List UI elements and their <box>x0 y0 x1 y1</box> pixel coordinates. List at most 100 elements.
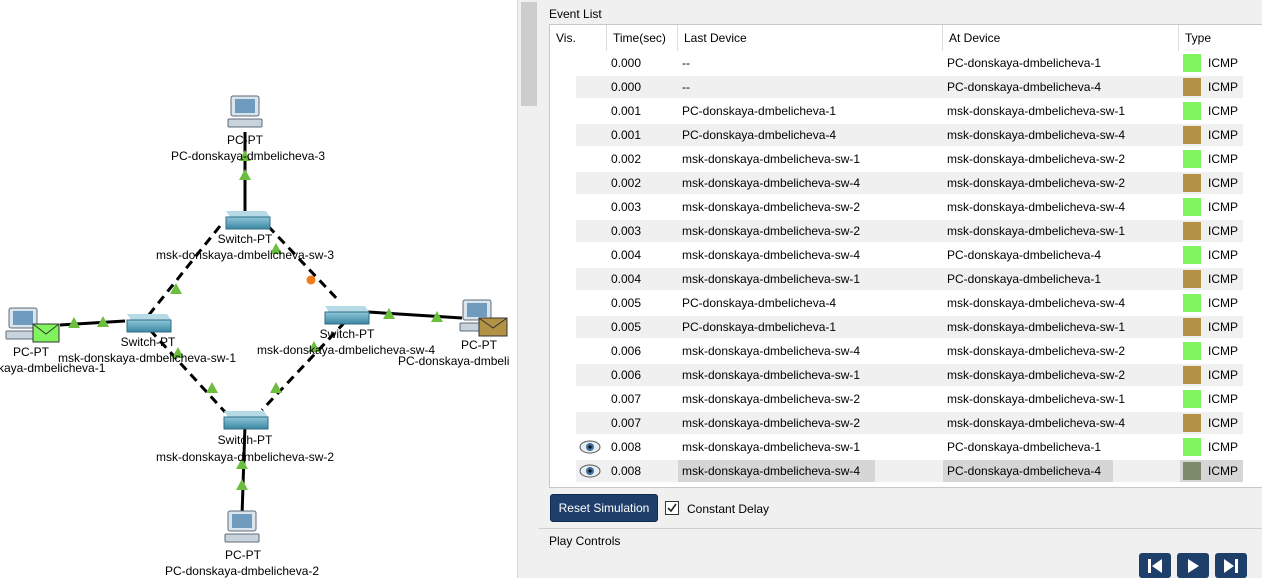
reset-simulation-button[interactable]: Reset Simulation <box>550 494 658 522</box>
event-list-table: Vis. Time(sec) Last Device At Device Typ… <box>549 24 1262 488</box>
event-row[interactable]: 0.001 PC-donskaya-dmbelicheva-1 msk-donska… <box>550 99 1262 123</box>
event-type: ICMP <box>1208 152 1238 166</box>
pdu-color-swatch[interactable] <box>1183 150 1201 168</box>
event-row[interactable]: 0.000 -- PC-donskaya-dmbelicheva-4 ICMP <box>550 75 1262 99</box>
event-last-device: msk-donskaya-dmbelicheva-sw-4 <box>682 176 861 190</box>
event-row[interactable]: 0.002 msk-donskaya-dmbelicheva-sw-1 msk-do… <box>550 147 1262 171</box>
eye-icon[interactable] <box>579 464 601 481</box>
event-row[interactable]: 0.007 msk-donskaya-dmbelicheva-sw-2 msk-do… <box>550 387 1262 411</box>
simulation-panel: Event List Vis. Time(sec) Last Device At… <box>539 0 1262 578</box>
event-list-title: Event List <box>549 7 602 21</box>
play-button[interactable] <box>1177 553 1209 578</box>
event-last-device: msk-donskaya-dmbelicheva-sw-2 <box>682 392 861 406</box>
column-header-vis[interactable]: Vis. <box>550 25 607 51</box>
column-header-at-device[interactable]: At Device <box>943 25 1179 51</box>
pdu-color-swatch[interactable] <box>1183 294 1201 312</box>
pdu-color-swatch[interactable] <box>1183 318 1201 336</box>
event-row[interactable]: 0.003 msk-donskaya-dmbelicheva-sw-2 msk-do… <box>550 195 1262 219</box>
event-row[interactable]: 0.002 msk-donskaya-dmbelicheva-sw-4 msk-do… <box>550 171 1262 195</box>
event-last-device: PC-donskaya-dmbelicheva-1 <box>682 320 837 334</box>
step-forward-button[interactable] <box>1215 553 1247 578</box>
checkmark-icon <box>667 503 677 513</box>
event-at-device: PC-donskaya-dmbelicheva-4 <box>947 80 1102 94</box>
pdu-color-swatch[interactable] <box>1183 462 1201 480</box>
event-at-device: msk-donskaya-dmbelicheva-sw-2 <box>947 368 1126 382</box>
event-last-device: msk-donskaya-dmbelicheva-sw-1 <box>682 272 861 286</box>
event-row[interactable]: 0.006 msk-donskaya-dmbelicheva-sw-4 msk-do… <box>550 339 1262 363</box>
link-sw4-pc4 <box>367 310 463 320</box>
event-time: 0.002 <box>611 176 642 190</box>
event-type: ICMP <box>1208 296 1238 310</box>
event-row[interactable]: 0.001 PC-donskaya-dmbelicheva-4 msk-donska… <box>550 123 1262 147</box>
event-row[interactable]: 0.005 PC-donskaya-dmbelicheva-1 msk-donska… <box>550 315 1262 339</box>
event-type: ICMP <box>1208 176 1238 190</box>
event-time: 0.006 <box>611 344 642 358</box>
eye-icon[interactable] <box>579 440 601 457</box>
event-row[interactable]: 0.008 msk-donskaya-dmbelicheva-sw-1 PC-don… <box>550 435 1262 459</box>
event-row[interactable]: 0.003 msk-donskaya-dmbelicheva-sw-2 msk-do… <box>550 219 1262 243</box>
column-header-time[interactable]: Time(sec) <box>607 25 678 51</box>
event-type: ICMP <box>1208 368 1238 382</box>
event-at-device: msk-donskaya-dmbelicheva-sw-4 <box>947 200 1126 214</box>
pdu-color-swatch[interactable] <box>1183 102 1201 120</box>
event-at-device: msk-donskaya-dmbelicheva-sw-4 <box>947 416 1126 430</box>
event-time: 0.007 <box>611 392 642 406</box>
constant-delay-checkbox[interactable] <box>665 501 679 515</box>
event-last-device: -- <box>682 56 690 70</box>
device-name-label: msk-donskaya-dmbelicheva-sw-1 <box>57 351 237 365</box>
event-last-device: msk-donskaya-dmbelicheva-sw-1 <box>682 368 861 382</box>
event-last-device: msk-donskaya-dmbelicheva-sw-4 <box>682 464 861 478</box>
device-type-label: PC-PT <box>225 548 261 562</box>
column-header-last-device[interactable]: Last Device <box>678 25 943 51</box>
pdu-color-swatch[interactable] <box>1183 414 1201 432</box>
event-time: 0.004 <box>611 248 642 262</box>
event-at-device: msk-donskaya-dmbelicheva-sw-2 <box>947 344 1126 358</box>
event-type: ICMP <box>1208 464 1238 478</box>
pdu-color-swatch[interactable] <box>1183 342 1201 360</box>
pdu-color-swatch[interactable] <box>1183 438 1201 456</box>
event-last-device: PC-donskaya-dmbelicheva-4 <box>682 128 837 142</box>
event-at-device: msk-donskaya-dmbelicheva-sw-1 <box>947 392 1126 406</box>
event-row[interactable]: 0.008 msk-donskaya-dmbelicheva-sw-4 PC-don… <box>550 459 1262 483</box>
pdu-color-swatch[interactable] <box>1183 54 1201 72</box>
workspace-scrollbar[interactable] <box>517 0 540 578</box>
event-at-device: msk-donskaya-dmbelicheva-sw-1 <box>947 224 1126 238</box>
column-header-type[interactable]: Type <box>1179 25 1262 51</box>
event-time: 0.003 <box>611 224 642 238</box>
panel-divider <box>539 528 1262 529</box>
event-row[interactable]: 0.004 msk-donskaya-dmbelicheva-sw-1 PC-don… <box>550 267 1262 291</box>
pdu-color-swatch[interactable] <box>1183 78 1201 96</box>
topology-workspace[interactable]: PC-PT PC-donskaya-dmbelicheva-3 Switch-P… <box>0 0 517 578</box>
row-stripe <box>576 460 1243 482</box>
event-last-device: msk-donskaya-dmbelicheva-sw-1 <box>682 152 861 166</box>
pdu-color-swatch[interactable] <box>1183 390 1201 408</box>
play-icon <box>1188 559 1199 573</box>
scrollbar-thumb[interactable] <box>521 2 537 106</box>
step-back-button[interactable] <box>1139 553 1171 578</box>
event-row[interactable]: 0.000 -- PC-donskaya-dmbelicheva-1 ICMP <box>550 51 1262 75</box>
event-at-device: msk-donskaya-dmbelicheva-sw-1 <box>947 104 1126 118</box>
pdu-color-swatch[interactable] <box>1183 198 1201 216</box>
event-row[interactable]: 0.004 msk-donskaya-dmbelicheva-sw-4 PC-don… <box>550 243 1262 267</box>
event-at-device: msk-donskaya-dmbelicheva-sw-2 <box>947 176 1126 190</box>
event-row[interactable]: 0.005 PC-donskaya-dmbelicheva-4 msk-donska… <box>550 291 1262 315</box>
pdu-color-swatch[interactable] <box>1183 126 1201 144</box>
event-row[interactable]: 0.007 msk-donskaya-dmbelicheva-sw-2 msk-do… <box>550 411 1262 435</box>
device-type-label: PC-PT <box>461 338 497 352</box>
device-type-label: Switch-PT <box>319 327 375 341</box>
pdu-color-swatch[interactable] <box>1183 270 1201 288</box>
event-row[interactable]: 0.006 msk-donskaya-dmbelicheva-sw-1 msk-do… <box>550 363 1262 387</box>
event-time: 0.005 <box>611 320 642 334</box>
pdu-color-swatch[interactable] <box>1183 366 1201 384</box>
event-type: ICMP <box>1208 440 1238 454</box>
pdu-color-swatch[interactable] <box>1183 246 1201 264</box>
event-time: 0.007 <box>611 416 642 430</box>
topology-links <box>59 132 463 517</box>
event-time: 0.005 <box>611 296 642 310</box>
pdu-color-swatch[interactable] <box>1183 222 1201 240</box>
event-last-device: msk-donskaya-dmbelicheva-sw-2 <box>682 200 861 214</box>
pdu-color-swatch[interactable] <box>1183 174 1201 192</box>
event-last-device: msk-donskaya-dmbelicheva-sw-1 <box>682 440 861 454</box>
event-at-device: msk-donskaya-dmbelicheva-sw-4 <box>947 296 1126 310</box>
event-type: ICMP <box>1208 128 1238 142</box>
